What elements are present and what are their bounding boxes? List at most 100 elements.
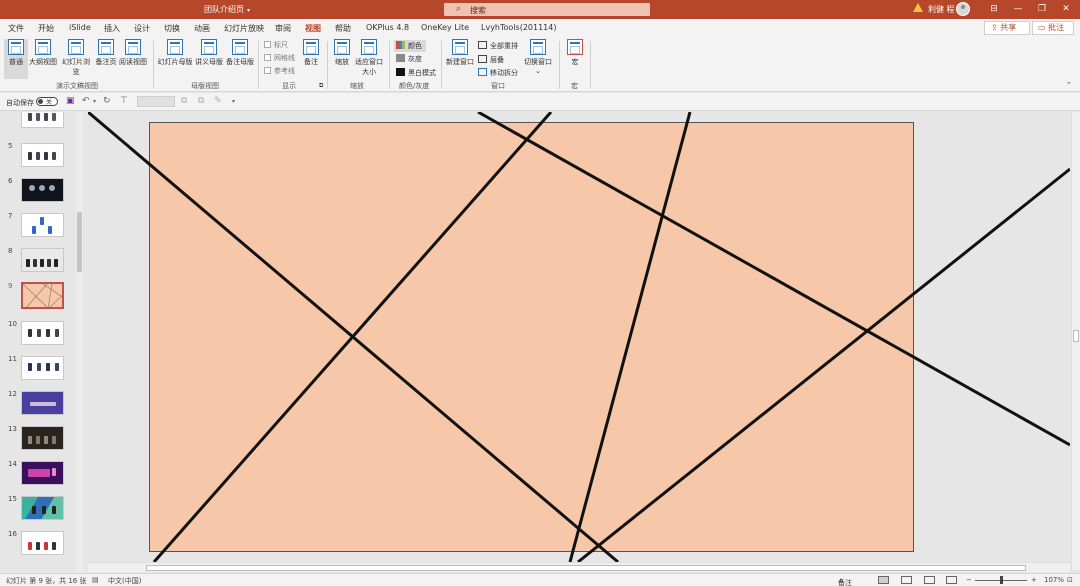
zoom-in-icon[interactable]: + bbox=[1031, 576, 1037, 584]
thumbnail-item[interactable]: 6 bbox=[0, 175, 86, 205]
cascade-button[interactable]: 层叠 bbox=[478, 55, 504, 65]
ribbon-display-options-button[interactable]: ⊟ bbox=[983, 2, 1005, 16]
black-white-button[interactable]: 黑白模式 bbox=[396, 68, 436, 78]
horizontal-scrollbar[interactable] bbox=[88, 562, 1070, 572]
tab-view[interactable]: 视图 bbox=[305, 23, 321, 39]
zoom-slider-handle[interactable] bbox=[1000, 576, 1003, 584]
close-button[interactable]: ✕ bbox=[1055, 2, 1077, 16]
tab-design[interactable]: 设计 bbox=[134, 23, 150, 34]
thumbnail-item[interactable]: 16 bbox=[0, 528, 86, 558]
tab-review[interactable]: 审阅 bbox=[275, 23, 291, 34]
zoom-button[interactable]: 缩放 bbox=[332, 39, 352, 67]
avatar[interactable] bbox=[956, 2, 970, 16]
macros-button[interactable]: 宏 bbox=[565, 39, 585, 67]
move-split-button[interactable]: 移动拆分 bbox=[478, 68, 518, 78]
grayscale-button[interactable]: 灰度 bbox=[396, 54, 422, 64]
slide-sorter-button[interactable]: 幻灯片浏览 bbox=[59, 39, 93, 77]
tab-file[interactable]: 文件 bbox=[8, 23, 24, 34]
undo-icon[interactable]: ↶ bbox=[82, 96, 90, 106]
undo-dropdown-icon[interactable]: ▾ bbox=[93, 98, 96, 105]
spellcheck-icon[interactable]: ▤ bbox=[92, 576, 99, 584]
font-size-box[interactable] bbox=[137, 96, 175, 107]
arrange-all-button[interactable]: 全部重排 bbox=[478, 41, 518, 51]
thumbnail-item[interactable]: 5 bbox=[0, 140, 86, 170]
thumbnail-item[interactable] bbox=[0, 112, 86, 142]
normal-view-icon[interactable] bbox=[878, 576, 889, 584]
minimize-button[interactable]: — bbox=[1007, 2, 1029, 16]
outline-view-button[interactable]: 大纲视图 bbox=[29, 39, 57, 67]
thumbnail-item[interactable]: 15 bbox=[0, 493, 86, 523]
tab-slideshow[interactable]: 幻灯片放映 bbox=[224, 23, 264, 34]
slide-editor bbox=[88, 112, 1070, 562]
tab-insert[interactable]: 插入 bbox=[104, 23, 120, 34]
reading-view-button[interactable]: 阅读视图 bbox=[119, 39, 147, 67]
thumbnail-item[interactable]: 11 bbox=[0, 353, 86, 383]
document-title[interactable]: 团队介绍页 ▾ bbox=[204, 4, 250, 15]
collapse-ribbon-icon[interactable]: ⌃ bbox=[1066, 81, 1072, 89]
switch-windows-button[interactable]: 切换窗口 ⌄ bbox=[524, 39, 552, 75]
shape-combine-icon[interactable]: ⧉ bbox=[198, 96, 204, 106]
autosave-toggle[interactable]: 关 bbox=[36, 97, 58, 106]
present-from-start-icon[interactable]: ⊤ bbox=[120, 96, 128, 106]
comments-button[interactable]: ▭ 批注 bbox=[1032, 21, 1074, 35]
thumbnail-item[interactable]: 13 bbox=[0, 423, 86, 453]
group-label-macros: 宏 bbox=[571, 82, 578, 90]
gridlines-checkbox[interactable]: 网格线 bbox=[264, 53, 295, 63]
reading-view-icon[interactable] bbox=[924, 576, 935, 584]
tab-home[interactable]: 开始 bbox=[38, 23, 54, 34]
ruler-checkbox[interactable]: 标尺 bbox=[264, 40, 288, 50]
format-painter-icon[interactable]: ✎ bbox=[214, 96, 222, 106]
vertical-scrollbar[interactable] bbox=[1071, 112, 1080, 570]
zoom-out-icon[interactable]: − bbox=[966, 576, 972, 584]
share-button[interactable]: ⇪ 共享 bbox=[984, 21, 1030, 35]
customize-qat-icon[interactable]: ▾ bbox=[232, 98, 235, 105]
language-indicator[interactable]: 中文(中国) bbox=[108, 576, 141, 586]
slide-sorter-icon[interactable] bbox=[901, 576, 912, 584]
save-icon[interactable]: ▣ bbox=[66, 96, 75, 106]
thumbnail-item[interactable]: 10 bbox=[0, 318, 86, 348]
ribbon-separator bbox=[559, 41, 560, 89]
tab-islide[interactable]: iSlide bbox=[69, 23, 91, 32]
tab-lvyhtools[interactable]: LvyhTools(201114) bbox=[481, 23, 556, 32]
diagonal-line[interactable] bbox=[568, 112, 692, 562]
tab-help[interactable]: 帮助 bbox=[335, 23, 351, 34]
thumbnail-item-selected[interactable]: 9 bbox=[0, 280, 86, 310]
guides-checkbox[interactable]: 参考线 bbox=[264, 66, 295, 76]
tab-transitions[interactable]: 切换 bbox=[164, 23, 180, 34]
fit-slide-icon[interactable]: ⊡ bbox=[1067, 576, 1073, 584]
user-name[interactable]: 利健 程 bbox=[928, 4, 955, 15]
slideshow-icon[interactable] bbox=[946, 576, 957, 584]
new-window-button[interactable]: 新建窗口 bbox=[446, 39, 474, 67]
diagonal-line[interactable] bbox=[577, 167, 1070, 562]
notes-page-button[interactable]: 备注页 bbox=[95, 39, 117, 67]
show-dialog-launcher-icon[interactable]: ⧉ bbox=[319, 82, 323, 90]
tab-animations[interactable]: 动画 bbox=[194, 23, 210, 34]
thumbnail-item[interactable]: 14 bbox=[0, 458, 86, 488]
color-mode-button[interactable]: 颜色 bbox=[394, 40, 426, 52]
thumbnail-item[interactable]: 7 bbox=[0, 210, 86, 240]
thumbnail-scrollbar[interactable] bbox=[76, 112, 83, 572]
thumbnail-item[interactable]: 12 bbox=[0, 388, 86, 418]
handout-master-button[interactable]: 讲义母版 bbox=[194, 39, 224, 67]
slide-master-button[interactable]: 幻灯片母版 bbox=[157, 39, 193, 67]
handout-master-icon bbox=[201, 39, 217, 55]
tab-onekey-lite[interactable]: OneKey Lite bbox=[421, 23, 469, 32]
shape-union-icon[interactable]: ⧉ bbox=[181, 96, 187, 106]
fit-to-window-button[interactable]: 适应窗口大小 bbox=[355, 39, 383, 77]
search-box[interactable]: ⌕ 搜索 bbox=[444, 3, 650, 16]
redo-icon[interactable]: ↻ bbox=[103, 96, 111, 106]
notes-button[interactable]: 备注 bbox=[301, 39, 321, 67]
notes-master-icon bbox=[232, 39, 248, 55]
diagonal-line[interactable] bbox=[152, 112, 553, 562]
thumbnail-item[interactable]: 8 bbox=[0, 245, 86, 275]
warning-icon[interactable] bbox=[913, 3, 923, 12]
autosave-label: 自动保存 bbox=[6, 99, 34, 107]
restore-button[interactable]: ❐ bbox=[1031, 2, 1053, 16]
normal-view-button[interactable]: 普通 bbox=[4, 39, 28, 79]
tab-okplus[interactable]: OKPlus 4.8 bbox=[366, 23, 409, 32]
zoom-level[interactable]: 107% bbox=[1044, 576, 1064, 584]
ribbon-tabs: 文件 开始 iSlide 插入 设计 切换 动画 幻灯片放映 审阅 视图 帮助 … bbox=[0, 19, 1080, 39]
group-label-show: 显示 bbox=[282, 82, 296, 90]
diagonal-line[interactable] bbox=[477, 112, 1070, 447]
notes-master-button[interactable]: 备注母版 bbox=[225, 39, 255, 67]
